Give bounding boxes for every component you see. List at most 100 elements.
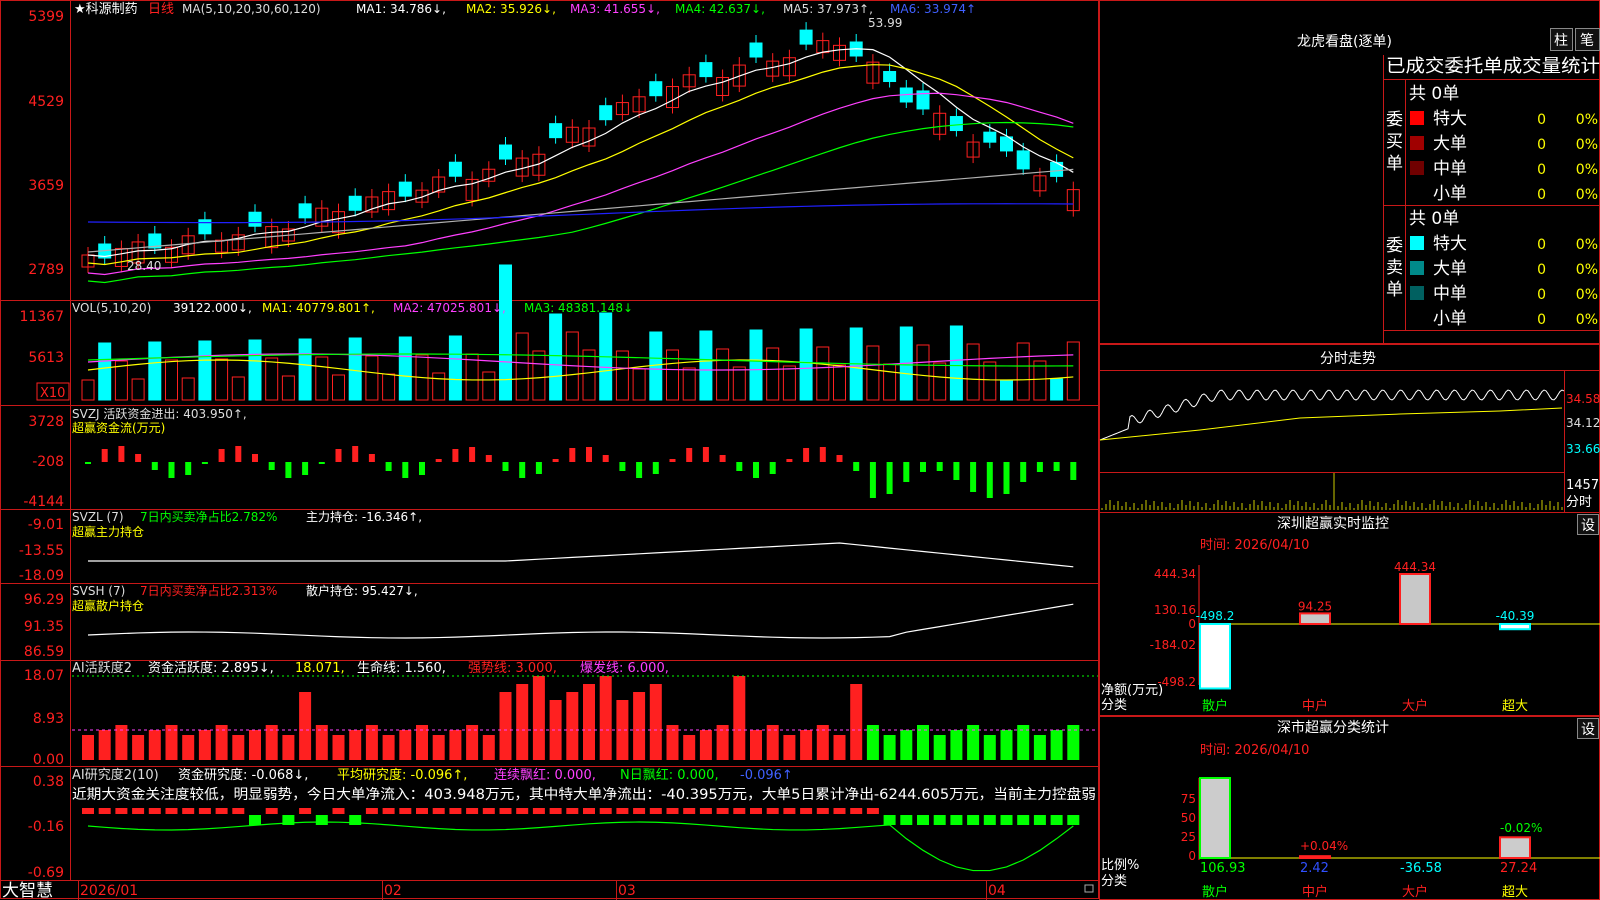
ma4-value: MA4: 42.637↓, <box>675 2 765 16</box>
research-bar <box>532 808 545 814</box>
svzj-panel[interactable] <box>85 446 1077 498</box>
volume-bar <box>632 368 646 401</box>
fund-flow-bar <box>970 462 977 492</box>
buy-swatch <box>1410 186 1424 200</box>
research-bar <box>833 808 846 814</box>
intraday-avg-line <box>1099 407 1563 441</box>
volume-bar <box>749 329 763 401</box>
ma1-value: MA1: 34.786↓, <box>356 2 446 16</box>
monitor-value-label: -498.2 <box>1196 609 1235 623</box>
volume-bar <box>782 365 796 401</box>
volume-bar <box>432 372 446 401</box>
activity-bar <box>198 730 211 760</box>
svzl-panel[interactable] <box>88 542 1074 568</box>
svsh-panel[interactable] <box>87 603 1074 639</box>
research-bar <box>148 808 161 814</box>
fund-flow-bar <box>1003 462 1010 494</box>
lock-icon[interactable] <box>1084 884 1094 893</box>
fund-flow-bar <box>719 455 726 462</box>
activity-bar <box>432 735 445 760</box>
activity-bar <box>516 684 529 760</box>
volume-bar <box>666 349 679 401</box>
volume-bar <box>265 357 279 401</box>
ai2-nday: N日飘红: 0.000, <box>620 767 719 783</box>
ma2-value: MA2: 35.926↓, <box>466 2 556 16</box>
fund-flow-bar <box>485 455 492 462</box>
vol-ma3: MA3: 48381.148↓ <box>524 301 633 315</box>
volume-bar <box>465 353 479 401</box>
svzj-label: SVZJ 活跃资金进出: 403.950↑, <box>72 406 247 421</box>
stock-title: ★科源制药 <box>74 2 138 17</box>
volume-bar <box>682 367 696 401</box>
period-label[interactable]: 日线 <box>148 2 174 17</box>
volume-bar <box>816 346 830 401</box>
activity-bar <box>1050 730 1063 760</box>
ma6-value: MA6: 33.974↑ <box>890 2 976 16</box>
ma6-line <box>87 203 1074 224</box>
candle <box>398 181 412 197</box>
research-bar <box>716 808 729 814</box>
stats-y-tick: 25 <box>1181 830 1196 844</box>
research-bar <box>198 808 211 814</box>
research-bar <box>499 808 512 814</box>
ai-activity-panel[interactable] <box>72 675 1098 760</box>
intraday-price-high: 34.58 <box>1566 392 1600 406</box>
volume-panel[interactable] <box>81 264 1080 401</box>
volume-bar <box>1033 360 1047 401</box>
sell-swatch <box>1410 236 1424 250</box>
ai1-strong-line: 强势线: 3.000, <box>468 660 557 676</box>
research-bar <box>917 815 929 825</box>
svsh-label: SVSH (7) <box>72 584 125 598</box>
candle <box>649 81 663 97</box>
sell-row-count: 0 <box>1537 312 1546 328</box>
fund-flow-bar <box>535 462 542 474</box>
monitor-y-label: 净额(万元) <box>1101 683 1163 698</box>
volume-bar <box>716 348 730 401</box>
volume-bar <box>98 342 112 401</box>
volume-bar <box>515 332 529 401</box>
realtime-monitor-panel: 深圳超赢实时监控 设 时间: 2026/04/10 444.34130.160-… <box>1099 512 1600 716</box>
candle <box>883 71 897 83</box>
activity-bar <box>132 735 145 760</box>
y-tick: 96.29 <box>24 592 64 608</box>
buy-row-pct: 0% <box>1576 112 1598 128</box>
volume-bar <box>1000 379 1013 401</box>
activity-bar <box>733 676 746 760</box>
activity-bar <box>649 684 662 760</box>
research-bar <box>1000 815 1013 825</box>
kline-panel[interactable] <box>81 22 1080 284</box>
volume-bar <box>382 373 396 401</box>
fund-flow-bar <box>803 448 810 462</box>
y-tick: 4529 <box>28 94 64 110</box>
volume-bar <box>615 350 629 401</box>
fund-flow-bar <box>218 449 225 462</box>
research-bar <box>633 808 646 814</box>
fund-flow-bar <box>619 462 626 471</box>
fund-flow-bar <box>786 459 793 462</box>
volume-bar <box>799 328 813 401</box>
candle <box>699 62 713 78</box>
sell-swatch <box>1410 286 1424 300</box>
fund-flow-bar <box>769 462 776 474</box>
sell-row-name: 小单 <box>1433 309 1467 329</box>
intraday-vol: 1457 <box>1566 478 1599 493</box>
stats-value-label: 2.42 <box>1300 861 1329 876</box>
stats-time: 时间: 2026/04/10 <box>1200 743 1309 758</box>
fund-flow-bar <box>986 462 993 498</box>
activity-bar <box>249 730 261 760</box>
buy-total: 共 0单 <box>1409 84 1459 104</box>
volume-bar <box>215 358 229 401</box>
ai-research-panel[interactable] <box>82 808 1080 872</box>
research-bar <box>549 808 562 814</box>
stats-change-label: -0.02% <box>1500 821 1542 835</box>
intraday-panel[interactable]: 分时走势 34.58 34.12 33.66 1457 分时 <box>1099 344 1600 513</box>
fund-flow-bar <box>118 446 125 462</box>
ai1-lifeline: 生命线: 1.560, <box>357 660 446 676</box>
ma1-line <box>87 48 1074 258</box>
volume-bar <box>398 336 412 401</box>
fund-flow-bar <box>569 448 576 462</box>
research-bar <box>766 808 779 814</box>
x-label: 2026/01 <box>80 883 138 899</box>
fund-flow-bar <box>435 459 442 462</box>
fund-flow-bar <box>1053 462 1060 471</box>
